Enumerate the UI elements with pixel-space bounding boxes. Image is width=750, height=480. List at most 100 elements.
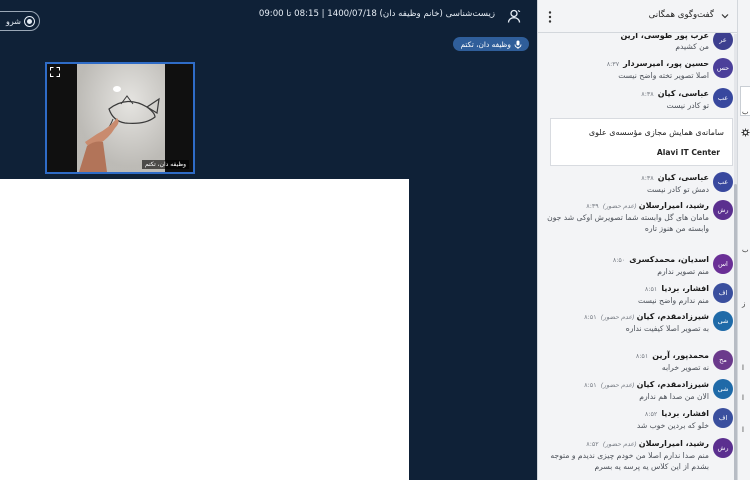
message-time: ۸:۳۸ (641, 90, 654, 98)
message-time: ۸:۵۲ (644, 410, 658, 418)
strip-glyph: ب (742, 108, 749, 116)
message-sender: افشار، بردیا (661, 409, 709, 418)
record-icon (24, 15, 35, 27)
message-header: افشار، بردیا۸:۵۱ (543, 283, 709, 295)
chat-title: گفت‌وگوی همگانی (648, 10, 714, 20)
message-text: نه تصویر خرابه (661, 363, 709, 372)
message-time: ۸:۳۹ (586, 202, 599, 210)
message-sender: عباسی، کیان (657, 89, 709, 98)
message-time: ۸:۵۱ (644, 285, 658, 293)
message-text: منم ندارم واضح نیست (638, 296, 709, 305)
strip-glyph: ا (742, 364, 744, 372)
message-time: ۸:۵۰ (612, 256, 626, 264)
chat-message: اف افشار، بردیا۸:۵۲ خلو که بردین خوب شد (543, 408, 733, 431)
message-text: اصلا تصویر تخته واضح نیست (618, 71, 709, 80)
message-header: اسدیان، محمدکسری۸:۵۰ (543, 254, 709, 266)
message-header: شیرزادمقدم، کیان(عدم حضور)۸:۵۱ (543, 379, 709, 391)
message-header: عباسی، کیان۸:۳۸ (543, 172, 709, 184)
record-label: شرو (6, 16, 21, 26)
message-sender: شیرزادمقدم، کیان (636, 380, 709, 389)
strip-glyph: ز (742, 300, 746, 308)
message-header: محمدپور، آرین۸:۵۱ (543, 350, 709, 362)
message-sender: حسین پور، امیرسردار (623, 59, 709, 68)
message-text: دمش تو کادر نیست (646, 185, 709, 194)
chat-message: شی شیرزادمقدم، کیان(عدم حضور)۸:۵۱ الان من … (543, 379, 733, 402)
chat-message: عب عباسی، کیان۸:۳۸ دمش تو کادر نیست (543, 172, 733, 195)
shared-content-area (0, 179, 409, 480)
chat-notice-card: سامانه‌ی همایش مجازی مؤسسه‌ی علوی Alavi … (550, 118, 733, 166)
chat-message: اف افشار، بردیا۸:۵۱ منم ندارم واضح نیست (543, 283, 733, 306)
chat-message: شی شیرزادمقدم، کیان(عدم حضور)۸:۵۱ به تصویر… (543, 311, 733, 334)
avatar[interactable]: اف (713, 408, 733, 428)
avatar[interactable]: مح (713, 350, 733, 370)
avatar[interactable]: رش (713, 200, 733, 220)
avatar[interactable]: اف (713, 283, 733, 303)
record-button[interactable]: شرو (0, 11, 40, 31)
video-tile[interactable]: وظیفه دان، تکتم (45, 62, 195, 174)
chat-message: رش رشید، امیرارسلان(عدم حضور)۸:۵۲ منم صدا … (543, 438, 733, 472)
meeting-top-bar: شرو زیست‌شناسی (خانم وظیفه‌ دان) 1400/07… (0, 0, 537, 32)
more-options-icon[interactable] (547, 10, 553, 24)
chat-message: عر عرب پور طوسی، آرین من کشیدم (543, 30, 733, 52)
strip-glyph: ب (742, 246, 749, 254)
side-toolbar-strip: ب ب ز ا ا ا (737, 0, 750, 480)
chevron-down-icon[interactable] (721, 12, 729, 20)
message-header: حسین پور، امیرسردار۸:۳۷ (543, 58, 709, 70)
message-status: (عدم حضور) (600, 313, 635, 321)
chat-panel: عر عرب پور طوسی، آرین من کشیدم حس حسین پور، … (537, 0, 737, 480)
message-status: (عدم حضور) (602, 202, 637, 210)
avatar[interactable]: شی (713, 311, 733, 331)
chat-message: مح محمدپور، آرین۸:۵۱ نه تصویر خرابه (543, 350, 733, 373)
message-sender: رشید، امیرارسلان (638, 201, 709, 210)
avatar[interactable]: اس (713, 254, 733, 274)
meeting-stage: شرو زیست‌شناسی (خانم وظیفه‌ دان) 1400/07… (0, 0, 537, 480)
strip-glyph: ا (742, 394, 744, 402)
message-sender: افشار، بردیا (661, 284, 709, 293)
avatar[interactable]: شی (713, 379, 733, 399)
message-header: رشید، امیرارسلان(عدم حضور)۸:۵۲ (543, 438, 709, 450)
message-text: به تصویر اصلا کیفیت نداره (625, 324, 709, 333)
message-text: مامان های گل وابسته شما تصویرش اوکی شد ج… (547, 213, 709, 233)
avatar[interactable]: عب (713, 172, 733, 192)
presenter-name: وظیفه دان، تکتم (460, 39, 511, 49)
message-header: شیرزادمقدم، کیان(عدم حضور)۸:۵۱ (543, 311, 709, 323)
message-sender: شیرزادمقدم، کیان (636, 312, 709, 321)
chat-header: گفت‌وگوی همگانی (538, 0, 737, 33)
message-time: ۸:۵۱ (635, 352, 649, 360)
message-sender: اسدیان، محمدکسری (629, 255, 709, 264)
chat-message: اس اسدیان، محمدکسری۸:۵۰ منم تصویر ندارم (543, 254, 733, 277)
presenter-chip[interactable]: وظیفه دان، تکتم (453, 37, 529, 51)
avatar[interactable]: عر (713, 30, 733, 50)
video-participant-name: وظیفه دان، تکتم (141, 160, 189, 169)
message-header: افشار، بردیا۸:۵۲ (543, 408, 709, 420)
message-text: خلو که بردین خوب شد (636, 421, 709, 430)
avatar[interactable]: حس (713, 58, 733, 78)
gear-icon[interactable] (741, 128, 750, 137)
message-text: منم تصویر ندارم (657, 267, 709, 276)
camera-feed-image (47, 64, 193, 172)
message-sender: عباسی، کیان (657, 173, 709, 182)
strip-glyph: ا (742, 426, 744, 434)
notice-subtitle: Alavi IT Center (656, 148, 720, 157)
message-time: ۸:۵۲ (586, 440, 599, 448)
attendees-icon[interactable] (506, 8, 522, 24)
message-sender: محمدپور، آرین (652, 351, 709, 360)
avatar[interactable]: رش (713, 438, 733, 458)
message-sender: رشید، امیرارسلان (638, 439, 709, 448)
notice-title: سامانه‌ی همایش مجازی مؤسسه‌ی علوی (588, 128, 724, 137)
message-status: (عدم حضور) (602, 440, 637, 448)
chat-message: عب عباسی، کیان۸:۳۸ تو کادر نیست (543, 88, 733, 111)
message-text: تو کادر نیست (666, 101, 709, 110)
chat-message: حس حسین پور، امیرسردار۸:۳۷ اصلا تصویر تخته… (543, 58, 733, 81)
meeting-title: زیست‌شناسی (خانم وظیفه‌ دان) 1400/07/18 … (258, 9, 495, 19)
message-header: عباسی، کیان۸:۳۸ (543, 88, 709, 100)
message-time: ۸:۵۱ (584, 381, 597, 389)
message-header: رشید، امیرارسلان(عدم حضور)۸:۳۹ (543, 200, 709, 212)
avatar[interactable]: عب (713, 88, 733, 108)
fullscreen-icon[interactable] (50, 67, 60, 77)
chat-message-list[interactable]: عر عرب پور طوسی، آرین من کشیدم حس حسین پور، … (538, 0, 737, 480)
message-text: الان من صدا هم ندارم (639, 392, 709, 401)
message-text: منم صدا ندارم اصلا من خودم چیزی ندیدم و … (550, 451, 709, 471)
message-time: ۸:۳۸ (641, 174, 654, 182)
message-status: (عدم حضور) (600, 381, 635, 389)
